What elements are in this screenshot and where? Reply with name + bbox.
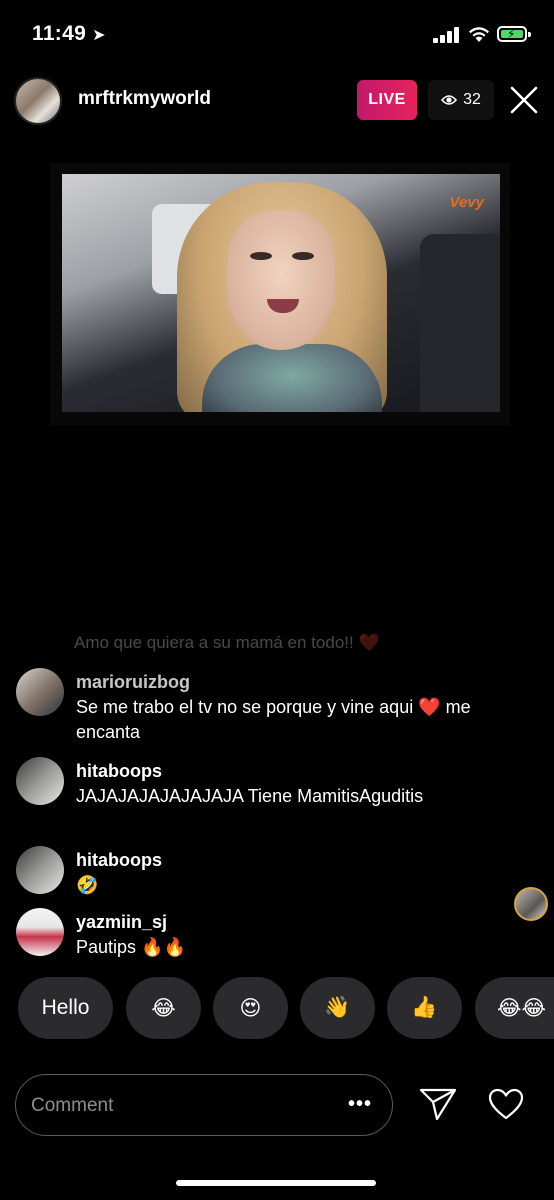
commenter-username[interactable]: yazmiin_sj (76, 912, 167, 933)
more-options-button[interactable]: ••• (348, 1093, 372, 1116)
commenter-avatar[interactable] (16, 757, 64, 805)
comment-placeholder: Comment (31, 1095, 114, 1116)
commenter-avatar[interactable] (16, 668, 64, 716)
commenter-avatar[interactable] (16, 908, 64, 956)
wifi-icon (469, 27, 489, 42)
battery-charging-icon: ⚡ (497, 26, 531, 42)
status-time: 11:49 ➤ (32, 22, 106, 46)
quick-reply-heart-eyes[interactable]: 😍 (213, 977, 288, 1039)
quick-reply-laugh[interactable]: 😂 (126, 977, 201, 1039)
quick-reply-double-laugh[interactable]: 😂😂 (475, 977, 554, 1039)
commenter-avatar[interactable] (16, 846, 64, 894)
commenter-username[interactable]: hitaboops (76, 761, 162, 782)
viewer-count-button[interactable]: 32 (428, 80, 494, 120)
comment-text: Pautips 🔥🔥 (76, 937, 186, 957)
comment-text: Se me trabo el tv no se porque y vine aq… (76, 697, 471, 742)
quick-reply-thumbs-up[interactable]: 👍 (387, 977, 462, 1039)
close-icon[interactable] (508, 84, 540, 116)
viewer-avatar[interactable] (514, 887, 548, 921)
quick-reply-hello[interactable]: Hello (18, 977, 113, 1039)
broadcaster-avatar[interactable] (14, 77, 62, 125)
live-badge: LIVE (357, 80, 417, 120)
quick-reply-wave[interactable]: 👋 (300, 977, 375, 1039)
location-arrow-icon: ➤ (92, 27, 106, 44)
broadcaster-username[interactable]: mrftrkmyworld (78, 88, 211, 110)
send-icon[interactable] (419, 1087, 457, 1121)
comment-input[interactable]: Comment ••• (15, 1074, 393, 1136)
home-indicator[interactable] (176, 1180, 376, 1186)
eye-icon (441, 95, 458, 105)
channel-logo: Vevy (449, 194, 484, 211)
heart-icon[interactable] (488, 1088, 524, 1120)
cellular-signal-icon (433, 27, 461, 43)
viewer-count: 32 (463, 91, 481, 108)
commenter-username[interactable]: hitaboops (76, 850, 162, 871)
faded-comment: Amo que quiera a su mamá en todo!! ❤️ (74, 633, 380, 652)
status-time-text: 11:49 (32, 22, 87, 45)
comment-text: JAJAJAJAJAJAJAJA Tiene MamitisAguditis (76, 786, 424, 806)
live-video[interactable]: Vevy (62, 174, 500, 412)
commenter-username[interactable]: marioruizbog (76, 672, 190, 693)
status-bar: 11:49 ➤ ⚡ (0, 0, 554, 66)
comment-text: 🤣 (76, 875, 99, 895)
